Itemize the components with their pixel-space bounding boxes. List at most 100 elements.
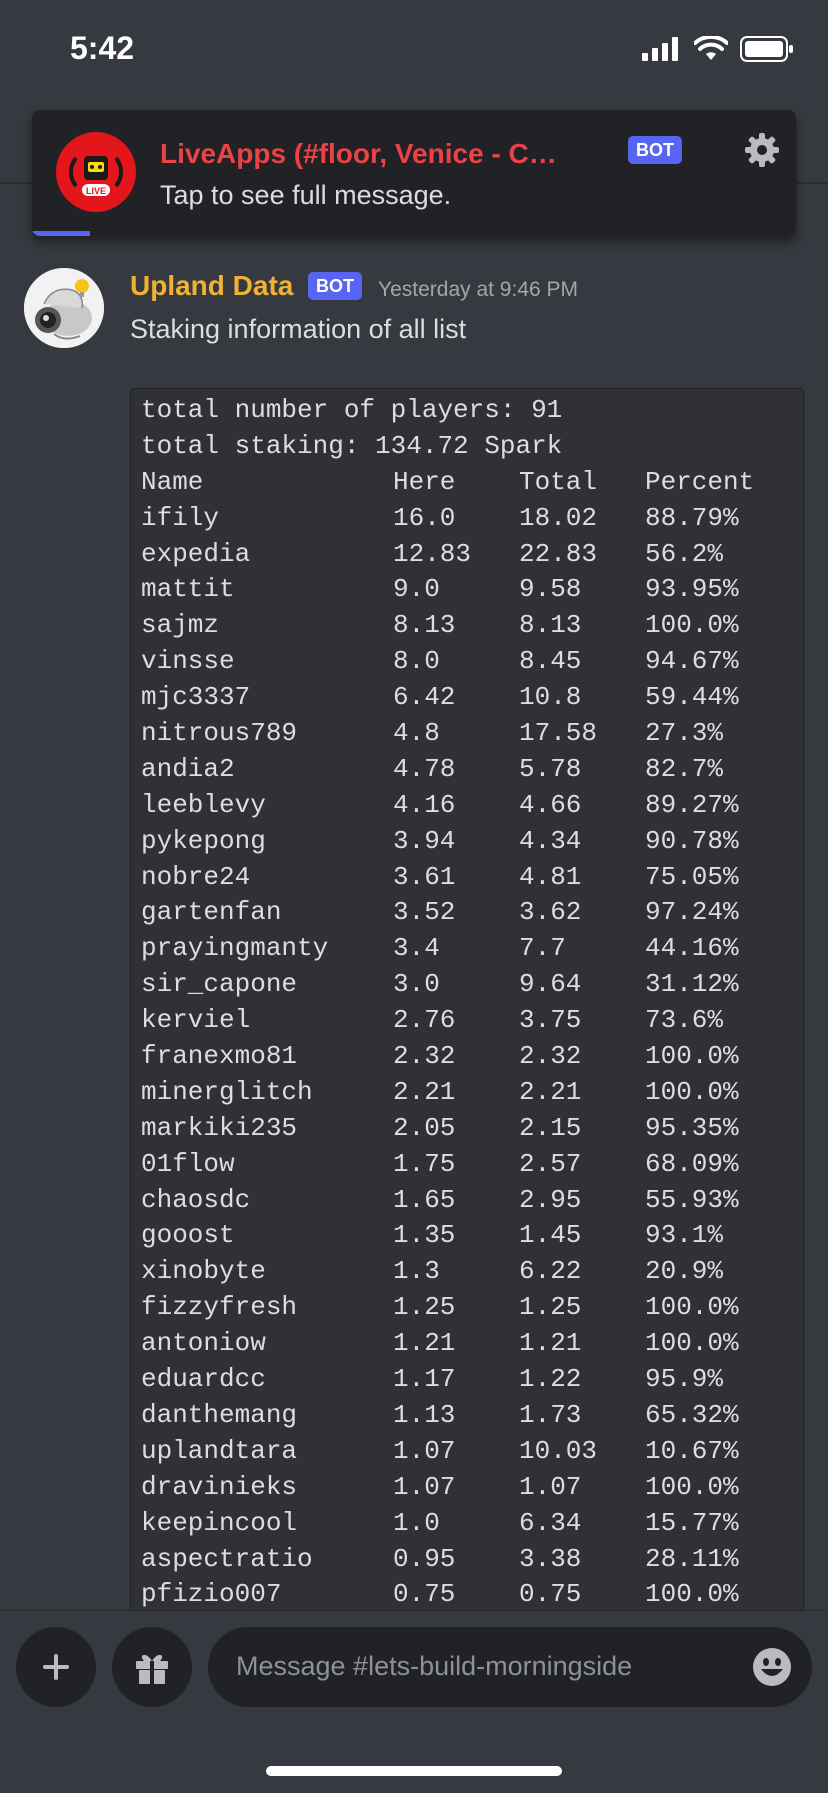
cell-name: chaosdc bbox=[141, 1184, 251, 1215]
cell-percent: 59.44% bbox=[645, 682, 739, 713]
status-time: 5:42 bbox=[70, 30, 135, 66]
table-row: pykepong 3.94 4.34 90.78% bbox=[141, 824, 785, 860]
message-timestamp: Yesterday at 9:46 PM bbox=[378, 278, 579, 301]
cell-total: 2.57 bbox=[519, 1148, 582, 1179]
cell-here: 2.32 bbox=[393, 1041, 456, 1072]
cell-name: vinsse bbox=[141, 646, 235, 677]
table-row: keepincool 1.0 6.34 15.77% bbox=[141, 1506, 785, 1542]
cell-total: 2.21 bbox=[519, 1076, 582, 1107]
cell-here: 0.95 bbox=[393, 1543, 456, 1574]
cell-here: 4.78 bbox=[393, 753, 456, 784]
table-row: xinobyte 1.3 6.22 20.9% bbox=[141, 1254, 785, 1290]
table-row: franexmo81 2.32 2.32 100.0% bbox=[141, 1039, 785, 1075]
cell-name: eduardcc bbox=[141, 1364, 266, 1395]
upland-data-avatar-icon bbox=[24, 268, 104, 348]
cell-total: 3.38 bbox=[519, 1543, 582, 1574]
cell-here: 12.83 bbox=[393, 538, 472, 569]
cell-name: pfizio007 bbox=[141, 1579, 282, 1610]
avatar[interactable] bbox=[24, 268, 104, 348]
cell-here: 4.16 bbox=[393, 789, 456, 820]
cell-here: 1.3 bbox=[393, 1256, 440, 1287]
avatar-live-text: LIVE bbox=[86, 186, 106, 196]
cell-percent: 88.79% bbox=[645, 502, 739, 533]
cell-percent: 90.78% bbox=[645, 825, 739, 856]
table-row: sir_capone 3.0 9.64 31.12% bbox=[141, 967, 785, 1003]
table-row: prayingmanty 3.4 7.7 44.16% bbox=[141, 931, 785, 967]
message-input[interactable]: Message #lets-build-morningside bbox=[208, 1627, 812, 1707]
table-row: pfizio007 0.75 0.75 100.0% bbox=[141, 1577, 785, 1611]
cell-total: 10.03 bbox=[519, 1435, 598, 1466]
table-row: andia2 4.78 5.78 82.7% bbox=[141, 752, 785, 788]
table-row: kerviel 2.76 3.75 73.6% bbox=[141, 1003, 785, 1039]
cell-percent: 55.93% bbox=[645, 1184, 739, 1215]
cell-percent: 15.77% bbox=[645, 1507, 739, 1538]
gift-button[interactable] bbox=[112, 1627, 192, 1707]
cell-here: 1.0 bbox=[393, 1507, 440, 1538]
home-indicator[interactable] bbox=[266, 1766, 562, 1776]
cell-percent: 97.24% bbox=[645, 897, 739, 928]
add-attachment-button[interactable] bbox=[16, 1627, 96, 1707]
staking-table: total number of players: 91 total stakin… bbox=[141, 393, 785, 1611]
cell-here: 3.61 bbox=[393, 861, 456, 892]
emoji-icon[interactable] bbox=[752, 1647, 792, 1687]
table-row: mattit 9.0 9.58 93.95% bbox=[141, 572, 785, 608]
cell-here: 3.4 bbox=[393, 933, 440, 964]
cell-total: 4.34 bbox=[519, 825, 582, 856]
cell-percent: 10.67% bbox=[645, 1435, 739, 1466]
cell-here: 1.75 bbox=[393, 1148, 456, 1179]
status-icons bbox=[642, 36, 794, 62]
cell-name: antoniow bbox=[141, 1328, 266, 1359]
cell-percent: 73.6% bbox=[645, 1005, 724, 1036]
cell-percent: 75.05% bbox=[645, 861, 739, 892]
table-row: nitrous789 4.8 17.58 27.3% bbox=[141, 716, 785, 752]
table-row: vinsse 8.0 8.45 94.67% bbox=[141, 644, 785, 680]
cell-percent: 93.95% bbox=[645, 574, 739, 605]
cell-name: expedia bbox=[141, 538, 251, 569]
cell-total: 1.73 bbox=[519, 1399, 582, 1430]
cell-name: dravinieks bbox=[141, 1471, 298, 1502]
gear-icon[interactable] bbox=[744, 132, 780, 168]
cell-percent: 93.1% bbox=[645, 1220, 724, 1251]
cell-percent: 100.0% bbox=[645, 1041, 739, 1072]
cell-here: 0.75 bbox=[393, 1579, 456, 1610]
table-row: chaosdc 1.65 2.95 55.93% bbox=[141, 1183, 785, 1219]
cell-here: 3.0 bbox=[393, 969, 440, 1000]
cell-percent: 100.0% bbox=[645, 1471, 739, 1502]
cell-percent: 94.67% bbox=[645, 646, 739, 677]
cell-total: 6.34 bbox=[519, 1507, 582, 1538]
cell-percent: 31.12% bbox=[645, 969, 739, 1000]
notification-banner[interactable]: LIVE LiveApps (#floor, Venice - Com... B… bbox=[32, 110, 796, 236]
header-percent: Percent bbox=[645, 466, 755, 497]
cell-name: mattit bbox=[141, 574, 235, 605]
cell-name: prayingmanty bbox=[141, 933, 329, 964]
cell-name: nitrous789 bbox=[141, 718, 298, 749]
table-row: uplandtara 1.07 10.03 10.67% bbox=[141, 1434, 785, 1470]
cell-total: 4.81 bbox=[519, 861, 582, 892]
table-row: gartenfan 3.52 3.62 97.24% bbox=[141, 895, 785, 931]
cell-total: 0.75 bbox=[519, 1579, 582, 1610]
cell-here: 6.42 bbox=[393, 682, 456, 713]
cell-total: 9.58 bbox=[519, 574, 582, 605]
cell-total: 2.15 bbox=[519, 1112, 582, 1143]
cell-name: 01flow bbox=[141, 1148, 235, 1179]
cell-name: kerviel bbox=[141, 1005, 251, 1036]
cell-percent: 100.0% bbox=[645, 1579, 739, 1610]
notification-bot-badge: BOT bbox=[628, 136, 682, 164]
cell-name: nobre24 bbox=[141, 861, 251, 892]
table-row: ifily 16.0 18.02 88.79% bbox=[141, 501, 785, 537]
cell-total: 7.7 bbox=[519, 933, 566, 964]
header-total: Total bbox=[519, 466, 598, 497]
message-author[interactable]: Upland Data bbox=[130, 270, 293, 302]
liveapps-avatar: LIVE bbox=[56, 132, 136, 212]
cell-total: 17.58 bbox=[519, 718, 598, 749]
table-row: markiki235 2.05 2.15 95.35% bbox=[141, 1111, 785, 1147]
author-bot-badge: BOT bbox=[308, 272, 362, 300]
cell-here: 3.52 bbox=[393, 897, 456, 928]
code-block: total number of players: 91 total stakin… bbox=[130, 388, 804, 1612]
cell-here: 1.65 bbox=[393, 1184, 456, 1215]
cell-here: 2.05 bbox=[393, 1112, 456, 1143]
table-row: 01flow 1.75 2.57 68.09% bbox=[141, 1147, 785, 1183]
table-row: sajmz 8.13 8.13 100.0% bbox=[141, 608, 785, 644]
cell-percent: 100.0% bbox=[645, 1076, 739, 1107]
table-row: dravinieks 1.07 1.07 100.0% bbox=[141, 1470, 785, 1506]
